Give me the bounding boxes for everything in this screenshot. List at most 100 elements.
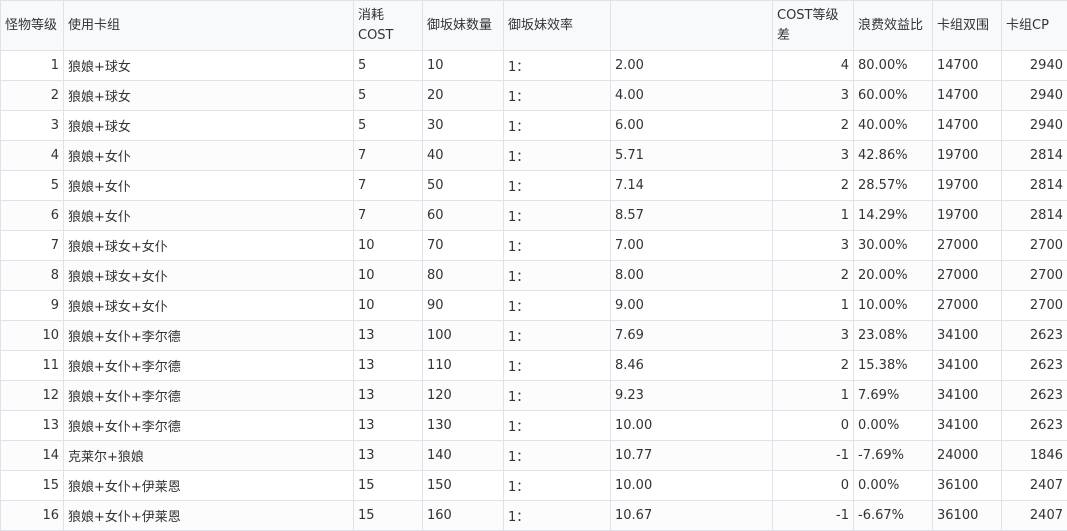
cell-cost[interactable]: 13 [354,381,423,411]
header-count[interactable]: 御坂妹数量 [423,1,504,51]
header-deck-stats[interactable]: 卡组双围 [933,1,1002,51]
cell-deck-stats[interactable]: 36100 [933,471,1002,501]
cell-level[interactable]: 14 [1,441,64,471]
cell-count[interactable]: 20 [423,81,504,111]
cell-level[interactable]: 4 [1,141,64,171]
cell-cost-diff[interactable]: 3 [773,231,854,261]
cell-ratio[interactable]: 1： [504,171,611,201]
cell-level[interactable]: 5 [1,171,64,201]
header-deck-cp[interactable]: 卡组CP [1002,1,1067,51]
cell-efficiency[interactable]: 6.00 [611,111,773,141]
cell-ratio[interactable]: 1： [504,261,611,291]
cell-waste-ratio[interactable]: 15.38% [854,351,933,381]
cell-waste-ratio[interactable]: -7.69% [854,441,933,471]
cell-ratio[interactable]: 1： [504,501,611,531]
header-efficiency[interactable]: 御坂妹效率 [504,1,611,51]
cell-waste-ratio[interactable]: -6.67% [854,501,933,531]
cell-deck-stats[interactable]: 19700 [933,201,1002,231]
cell-efficiency[interactable]: 10.00 [611,411,773,441]
cell-waste-ratio[interactable]: 23.08% [854,321,933,351]
cell-count[interactable]: 130 [423,411,504,441]
cell-deck[interactable]: 狼娘+女仆+伊莱恩 [64,501,354,531]
cell-cost[interactable]: 13 [354,411,423,441]
cell-count[interactable]: 50 [423,171,504,201]
cell-efficiency[interactable]: 9.23 [611,381,773,411]
header-cost[interactable]: 消耗COST [354,1,423,51]
cell-deck-stats[interactable]: 34100 [933,351,1002,381]
cell-deck[interactable]: 狼娘+女仆+李尔德 [64,321,354,351]
cell-cost-diff[interactable]: 1 [773,381,854,411]
cell-count[interactable]: 140 [423,441,504,471]
cell-level[interactable]: 6 [1,201,64,231]
cell-deck-stats[interactable]: 34100 [933,321,1002,351]
cell-ratio[interactable]: 1： [504,51,611,81]
cell-cost[interactable]: 7 [354,171,423,201]
cell-cost-diff[interactable]: 2 [773,111,854,141]
cell-level[interactable]: 9 [1,291,64,321]
cell-cost-diff[interactable]: 1 [773,201,854,231]
cell-count[interactable]: 40 [423,141,504,171]
cell-count[interactable]: 150 [423,471,504,501]
cell-count[interactable]: 120 [423,381,504,411]
cell-deck-cp[interactable]: 2814 [1002,171,1067,201]
cell-deck-cp[interactable]: 2700 [1002,291,1067,321]
cell-cost-diff[interactable]: 2 [773,351,854,381]
cell-deck-stats[interactable]: 14700 [933,51,1002,81]
cell-deck-stats[interactable]: 27000 [933,261,1002,291]
cell-deck-cp[interactable]: 2814 [1002,201,1067,231]
cell-ratio[interactable]: 1： [504,351,611,381]
cell-waste-ratio[interactable]: 0.00% [854,471,933,501]
cell-efficiency[interactable]: 9.00 [611,291,773,321]
cell-cost-diff[interactable]: 3 [773,141,854,171]
cell-level[interactable]: 13 [1,411,64,441]
cell-efficiency[interactable]: 10.77 [611,441,773,471]
cell-deck-stats[interactable]: 36100 [933,501,1002,531]
cell-ratio[interactable]: 1： [504,141,611,171]
cell-cost[interactable]: 13 [354,321,423,351]
cell-deck-cp[interactable]: 2407 [1002,471,1067,501]
cell-deck[interactable]: 狼娘+球女 [64,51,354,81]
cell-deck[interactable]: 狼娘+女仆 [64,141,354,171]
cell-deck-stats[interactable]: 34100 [933,381,1002,411]
cell-waste-ratio[interactable]: 20.00% [854,261,933,291]
cell-count[interactable]: 160 [423,501,504,531]
cell-waste-ratio[interactable]: 80.00% [854,51,933,81]
cell-cost-diff[interactable]: 2 [773,261,854,291]
cell-efficiency[interactable]: 2.00 [611,51,773,81]
cell-cost[interactable]: 5 [354,81,423,111]
header-cost-diff[interactable]: COST等级差 [773,1,854,51]
cell-waste-ratio[interactable]: 30.00% [854,231,933,261]
cell-waste-ratio[interactable]: 40.00% [854,111,933,141]
cell-efficiency[interactable]: 8.57 [611,201,773,231]
cell-cost-diff[interactable]: 3 [773,321,854,351]
cell-deck-stats[interactable]: 27000 [933,231,1002,261]
cell-count[interactable]: 100 [423,321,504,351]
cell-waste-ratio[interactable]: 28.57% [854,171,933,201]
cell-ratio[interactable]: 1： [504,321,611,351]
cell-cost[interactable]: 13 [354,351,423,381]
cell-waste-ratio[interactable]: 0.00% [854,411,933,441]
cell-waste-ratio[interactable]: 14.29% [854,201,933,231]
cell-ratio[interactable]: 1： [504,441,611,471]
cell-cost-diff[interactable]: -1 [773,501,854,531]
cell-efficiency[interactable]: 10.67 [611,501,773,531]
cell-cost[interactable]: 7 [354,141,423,171]
cell-level[interactable]: 11 [1,351,64,381]
cell-ratio[interactable]: 1： [504,81,611,111]
cell-deck-stats[interactable]: 19700 [933,171,1002,201]
cell-efficiency[interactable]: 8.00 [611,261,773,291]
cell-count[interactable]: 30 [423,111,504,141]
cell-deck[interactable]: 狼娘+球女 [64,111,354,141]
cell-efficiency[interactable]: 10.00 [611,471,773,501]
cell-level[interactable]: 10 [1,321,64,351]
cell-count[interactable]: 110 [423,351,504,381]
cell-cost-diff[interactable]: 1 [773,291,854,321]
cell-cost[interactable]: 5 [354,111,423,141]
cell-deck-stats[interactable]: 19700 [933,141,1002,171]
cell-level[interactable]: 7 [1,231,64,261]
cell-deck-cp[interactable]: 2700 [1002,231,1067,261]
header-deck[interactable]: 使用卡组 [64,1,354,51]
cell-deck[interactable]: 狼娘+女仆 [64,201,354,231]
cell-ratio[interactable]: 1： [504,201,611,231]
cell-level[interactable]: 3 [1,111,64,141]
